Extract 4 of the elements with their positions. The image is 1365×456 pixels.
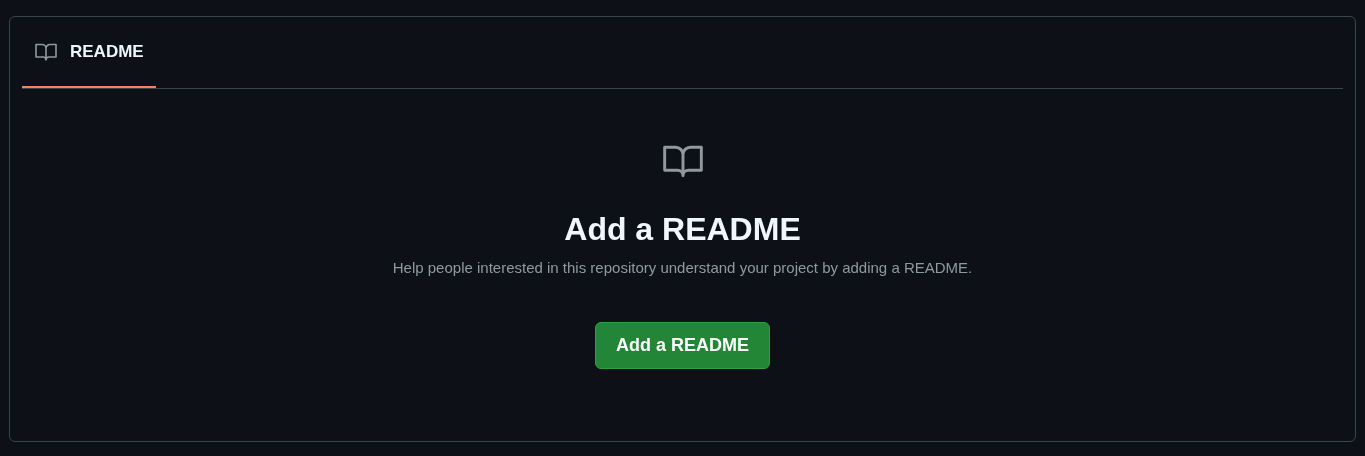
add-readme-button[interactable]: Add a README [595,321,770,369]
empty-state-title: Add a README [564,210,801,249]
empty-state-description: Help people interested in this repository understand your project by adding a README. [392,258,973,278]
readme-tab[interactable]: README [22,17,156,88]
